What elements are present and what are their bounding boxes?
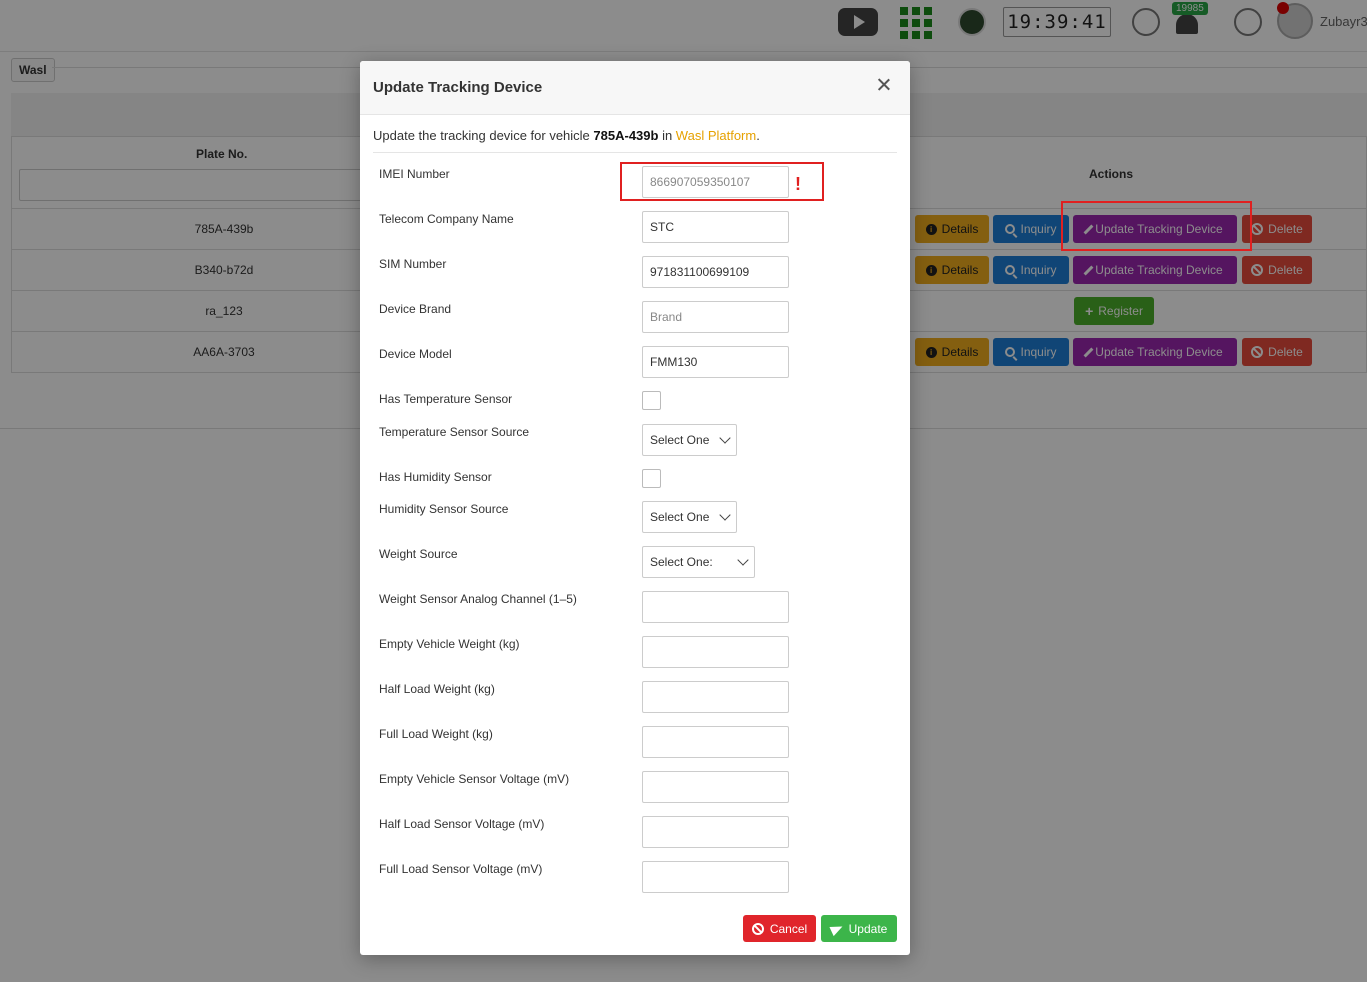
half-weight-label: Half Load Weight (kg) bbox=[379, 682, 495, 696]
cancel-button[interactable]: Cancel bbox=[743, 915, 816, 942]
brand-input[interactable]: Brand bbox=[642, 301, 789, 333]
sim-input[interactable]: 971831100699109 bbox=[642, 256, 789, 288]
humidity-source-select[interactable]: Select One bbox=[642, 501, 737, 533]
analog-channel-input[interactable] bbox=[642, 591, 789, 623]
paper-plane-icon bbox=[829, 921, 845, 936]
modal-divider bbox=[373, 152, 897, 153]
imei-highlight-box bbox=[620, 162, 824, 201]
imei-label: IMEI Number bbox=[379, 167, 450, 181]
highlight-box bbox=[1061, 201, 1252, 251]
empty-voltage-label: Empty Vehicle Sensor Voltage (mV) bbox=[379, 772, 570, 786]
empty-weight-input[interactable] bbox=[642, 636, 789, 668]
empty-weight-label: Empty Vehicle Weight (kg) bbox=[379, 637, 520, 651]
chevron-down-icon bbox=[737, 554, 749, 566]
full-weight-input[interactable] bbox=[642, 726, 789, 758]
empty-voltage-input[interactable] bbox=[642, 771, 789, 803]
ban-icon bbox=[751, 922, 764, 935]
modal-title: Update Tracking Device bbox=[373, 79, 543, 96]
half-voltage-label: Half Load Sensor Voltage (mV) bbox=[379, 817, 545, 831]
humidity-source-label: Humidity Sensor Source bbox=[379, 502, 509, 516]
half-weight-input[interactable] bbox=[642, 681, 789, 713]
temperature-source-select[interactable]: Select One bbox=[642, 424, 737, 456]
analog-channel-label: Weight Sensor Analog Channel (1–5) bbox=[379, 592, 577, 606]
has-humidity-label: Has Humidity Sensor bbox=[379, 470, 492, 484]
sim-label: SIM Number bbox=[379, 257, 447, 271]
has-humidity-checkbox[interactable] bbox=[642, 469, 661, 488]
update-tracking-device-modal: Update Tracking Device Update the tracki… bbox=[360, 61, 910, 955]
telecom-label: Telecom Company Name bbox=[379, 212, 514, 226]
chevron-down-icon bbox=[719, 432, 731, 444]
update-button[interactable]: Update bbox=[821, 915, 897, 942]
weight-source-select[interactable]: Select One: bbox=[642, 546, 755, 578]
model-label: Device Model bbox=[379, 347, 452, 361]
has-temperature-label: Has Temperature Sensor bbox=[379, 392, 513, 406]
close-icon[interactable] bbox=[875, 76, 893, 94]
full-voltage-input[interactable] bbox=[642, 861, 789, 893]
brand-label: Device Brand bbox=[379, 302, 452, 316]
full-voltage-label: Full Load Sensor Voltage (mV) bbox=[379, 862, 543, 876]
telecom-input[interactable]: STC bbox=[642, 211, 789, 243]
half-voltage-input[interactable] bbox=[642, 816, 789, 848]
platform-name: Wasl Platform bbox=[675, 128, 757, 143]
has-temperature-checkbox[interactable] bbox=[642, 391, 661, 410]
temperature-source-label: Temperature Sensor Source bbox=[379, 425, 530, 439]
vehicle-plate: 785A-439b bbox=[593, 128, 659, 143]
weight-source-label: Weight Source bbox=[379, 547, 458, 561]
chevron-down-icon bbox=[719, 509, 731, 521]
modal-description: Update the tracking device for vehicle 7… bbox=[373, 128, 760, 143]
model-input[interactable]: FMM130 bbox=[642, 346, 789, 378]
full-weight-label: Full Load Weight (kg) bbox=[379, 727, 493, 741]
